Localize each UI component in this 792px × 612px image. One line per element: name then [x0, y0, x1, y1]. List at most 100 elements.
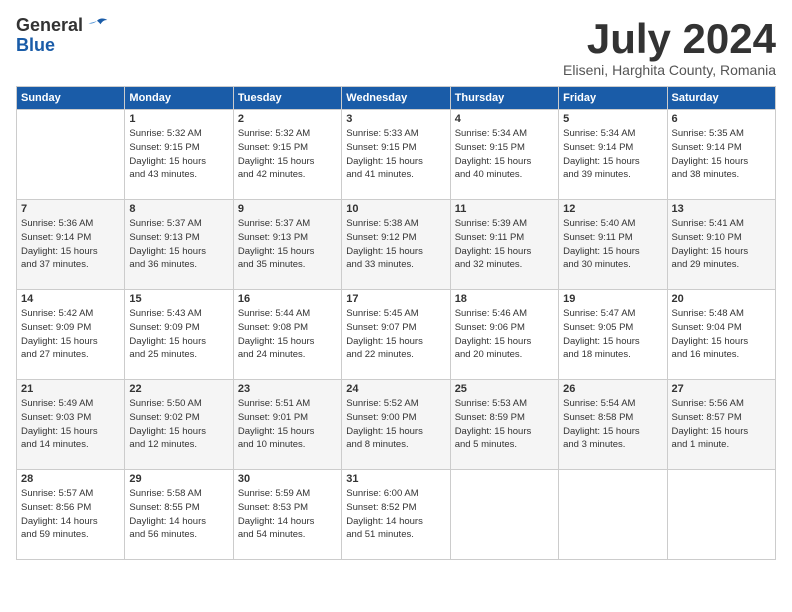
calendar-cell: 3 Sunrise: 5:33 AM Sunset: 9:15 PM Daylig… — [342, 110, 450, 200]
day-info: Sunrise: 6:00 AM Sunset: 8:52 PM Dayligh… — [346, 487, 445, 542]
calendar-cell: 27 Sunrise: 5:56 AM Sunset: 8:57 PM Dayli… — [667, 380, 775, 470]
day-info: Sunrise: 5:32 AM Sunset: 9:15 PM Dayligh… — [238, 127, 337, 182]
day-info: Sunrise: 5:58 AM Sunset: 8:55 PM Dayligh… — [129, 487, 228, 542]
day-number: 17 — [346, 293, 445, 305]
day-info: Sunrise: 5:56 AM Sunset: 8:57 PM Dayligh… — [672, 397, 771, 452]
day-info: Sunrise: 5:37 AM Sunset: 9:13 PM Dayligh… — [238, 217, 337, 272]
day-info: Sunrise: 5:34 AM Sunset: 9:14 PM Dayligh… — [563, 127, 662, 182]
calendar-cell — [17, 110, 125, 200]
weekday-header-monday: Monday — [125, 87, 233, 110]
calendar-cell — [450, 470, 558, 560]
day-number: 5 — [563, 113, 662, 125]
weekday-header-row: SundayMondayTuesdayWednesdayThursdayFrid… — [17, 87, 776, 110]
day-number: 22 — [129, 383, 228, 395]
page-header: General Blue July 2024 Eliseni, Harghita… — [16, 16, 776, 78]
day-info: Sunrise: 5:49 AM Sunset: 9:03 PM Dayligh… — [21, 397, 120, 452]
calendar-cell: 5 Sunrise: 5:34 AM Sunset: 9:14 PM Daylig… — [559, 110, 667, 200]
title-block: July 2024 Eliseni, Harghita County, Roma… — [563, 16, 776, 78]
day-info: Sunrise: 5:39 AM Sunset: 9:11 PM Dayligh… — [455, 217, 554, 272]
calendar-cell: 28 Sunrise: 5:57 AM Sunset: 8:56 PM Dayli… — [17, 470, 125, 560]
day-number: 4 — [455, 113, 554, 125]
logo-blue-text: Blue — [16, 35, 55, 55]
calendar-week-row: 21 Sunrise: 5:49 AM Sunset: 9:03 PM Dayli… — [17, 380, 776, 470]
calendar-cell: 25 Sunrise: 5:53 AM Sunset: 8:59 PM Dayli… — [450, 380, 558, 470]
calendar-cell: 23Sunrise: 5:51 AM Sunset: 9:01 PM Dayli… — [233, 380, 341, 470]
day-number: 12 — [563, 203, 662, 215]
day-number: 25 — [455, 383, 554, 395]
day-number: 6 — [672, 113, 771, 125]
day-info: Sunrise: 5:32 AM Sunset: 9:15 PM Dayligh… — [129, 127, 228, 182]
day-number: 18 — [455, 293, 554, 305]
day-info: Sunrise: 5:50 AM Sunset: 9:02 PM Dayligh… — [129, 397, 228, 452]
day-info: Sunrise: 5:33 AM Sunset: 9:15 PM Dayligh… — [346, 127, 445, 182]
day-number: 14 — [21, 293, 120, 305]
weekday-header-tuesday: Tuesday — [233, 87, 341, 110]
day-number: 10 — [346, 203, 445, 215]
day-info: Sunrise: 5:53 AM Sunset: 8:59 PM Dayligh… — [455, 397, 554, 452]
day-number: 2 — [238, 113, 337, 125]
weekday-header-thursday: Thursday — [450, 87, 558, 110]
calendar-week-row: 14 Sunrise: 5:42 AM Sunset: 9:09 PM Dayli… — [17, 290, 776, 380]
weekday-header-saturday: Saturday — [667, 87, 775, 110]
day-number: 21 — [21, 383, 120, 395]
day-info: Sunrise: 5:44 AM Sunset: 9:08 PM Dayligh… — [238, 307, 337, 362]
day-info: Sunrise: 5:35 AM Sunset: 9:14 PM Dayligh… — [672, 127, 771, 182]
calendar-cell — [559, 470, 667, 560]
weekday-header-friday: Friday — [559, 87, 667, 110]
day-number: 23 — [238, 383, 337, 395]
day-number: 3 — [346, 113, 445, 125]
day-number: 28 — [21, 473, 120, 485]
weekday-header-wednesday: Wednesday — [342, 87, 450, 110]
day-number: 19 — [563, 293, 662, 305]
calendar-cell: 6 Sunrise: 5:35 AM Sunset: 9:14 PM Daylig… — [667, 110, 775, 200]
day-info: Sunrise: 5:59 AM Sunset: 8:53 PM Dayligh… — [238, 487, 337, 542]
calendar-cell — [667, 470, 775, 560]
day-number: 27 — [672, 383, 771, 395]
day-info: Sunrise: 5:48 AM Sunset: 9:04 PM Dayligh… — [672, 307, 771, 362]
calendar-cell: 2 Sunrise: 5:32 AM Sunset: 9:15 PM Daylig… — [233, 110, 341, 200]
calendar-cell: 7Sunrise: 5:36 AM Sunset: 9:14 PM Daylig… — [17, 200, 125, 290]
logo-bird-icon — [85, 17, 109, 35]
calendar-cell: 26 Sunrise: 5:54 AM Sunset: 8:58 PM Dayli… — [559, 380, 667, 470]
calendar-cell: 10Sunrise: 5:38 AM Sunset: 9:12 PM Dayli… — [342, 200, 450, 290]
day-number: 31 — [346, 473, 445, 485]
day-number: 9 — [238, 203, 337, 215]
day-number: 1 — [129, 113, 228, 125]
day-number: 8 — [129, 203, 228, 215]
calendar-cell: 14 Sunrise: 5:42 AM Sunset: 9:09 PM Dayli… — [17, 290, 125, 380]
day-info: Sunrise: 5:54 AM Sunset: 8:58 PM Dayligh… — [563, 397, 662, 452]
day-info: Sunrise: 5:42 AM Sunset: 9:09 PM Dayligh… — [21, 307, 120, 362]
calendar-cell: 29Sunrise: 5:58 AM Sunset: 8:55 PM Dayli… — [125, 470, 233, 560]
calendar-cell: 21 Sunrise: 5:49 AM Sunset: 9:03 PM Dayli… — [17, 380, 125, 470]
calendar-cell: 8 Sunrise: 5:37 AM Sunset: 9:13 PM Daylig… — [125, 200, 233, 290]
calendar-cell: 4Sunrise: 5:34 AM Sunset: 9:15 PM Daylig… — [450, 110, 558, 200]
calendar-cell: 31 Sunrise: 6:00 AM Sunset: 8:52 PM Dayli… — [342, 470, 450, 560]
calendar-cell: 20 Sunrise: 5:48 AM Sunset: 9:04 PM Dayli… — [667, 290, 775, 380]
day-number: 30 — [238, 473, 337, 485]
day-info: Sunrise: 5:37 AM Sunset: 9:13 PM Dayligh… — [129, 217, 228, 272]
calendar-week-row: 7Sunrise: 5:36 AM Sunset: 9:14 PM Daylig… — [17, 200, 776, 290]
day-number: 13 — [672, 203, 771, 215]
calendar-cell: 22 Sunrise: 5:50 AM Sunset: 9:02 PM Dayli… — [125, 380, 233, 470]
weekday-header-sunday: Sunday — [17, 87, 125, 110]
calendar-cell: 19 Sunrise: 5:47 AM Sunset: 9:05 PM Dayli… — [559, 290, 667, 380]
day-info: Sunrise: 5:52 AM Sunset: 9:00 PM Dayligh… — [346, 397, 445, 452]
calendar-cell: 15Sunrise: 5:43 AM Sunset: 9:09 PM Dayli… — [125, 290, 233, 380]
day-info: Sunrise: 5:46 AM Sunset: 9:06 PM Dayligh… — [455, 307, 554, 362]
calendar-week-row: 28 Sunrise: 5:57 AM Sunset: 8:56 PM Dayli… — [17, 470, 776, 560]
calendar-cell: 30 Sunrise: 5:59 AM Sunset: 8:53 PM Dayli… — [233, 470, 341, 560]
calendar-cell: 13Sunrise: 5:41 AM Sunset: 9:10 PM Dayli… — [667, 200, 775, 290]
calendar-cell: 9 Sunrise: 5:37 AM Sunset: 9:13 PM Daylig… — [233, 200, 341, 290]
logo-general-text: General — [16, 16, 83, 36]
day-info: Sunrise: 5:45 AM Sunset: 9:07 PM Dayligh… — [346, 307, 445, 362]
location-subtitle: Eliseni, Harghita County, Romania — [563, 62, 776, 78]
day-number: 20 — [672, 293, 771, 305]
calendar-cell: 18 Sunrise: 5:46 AM Sunset: 9:06 PM Dayli… — [450, 290, 558, 380]
day-number: 11 — [455, 203, 554, 215]
day-info: Sunrise: 5:47 AM Sunset: 9:05 PM Dayligh… — [563, 307, 662, 362]
calendar-cell: 11 Sunrise: 5:39 AM Sunset: 9:11 PM Dayli… — [450, 200, 558, 290]
day-info: Sunrise: 5:57 AM Sunset: 8:56 PM Dayligh… — [21, 487, 120, 542]
day-number: 26 — [563, 383, 662, 395]
calendar-week-row: 1 Sunrise: 5:32 AM Sunset: 9:15 PM Daylig… — [17, 110, 776, 200]
day-info: Sunrise: 5:40 AM Sunset: 9:11 PM Dayligh… — [563, 217, 662, 272]
